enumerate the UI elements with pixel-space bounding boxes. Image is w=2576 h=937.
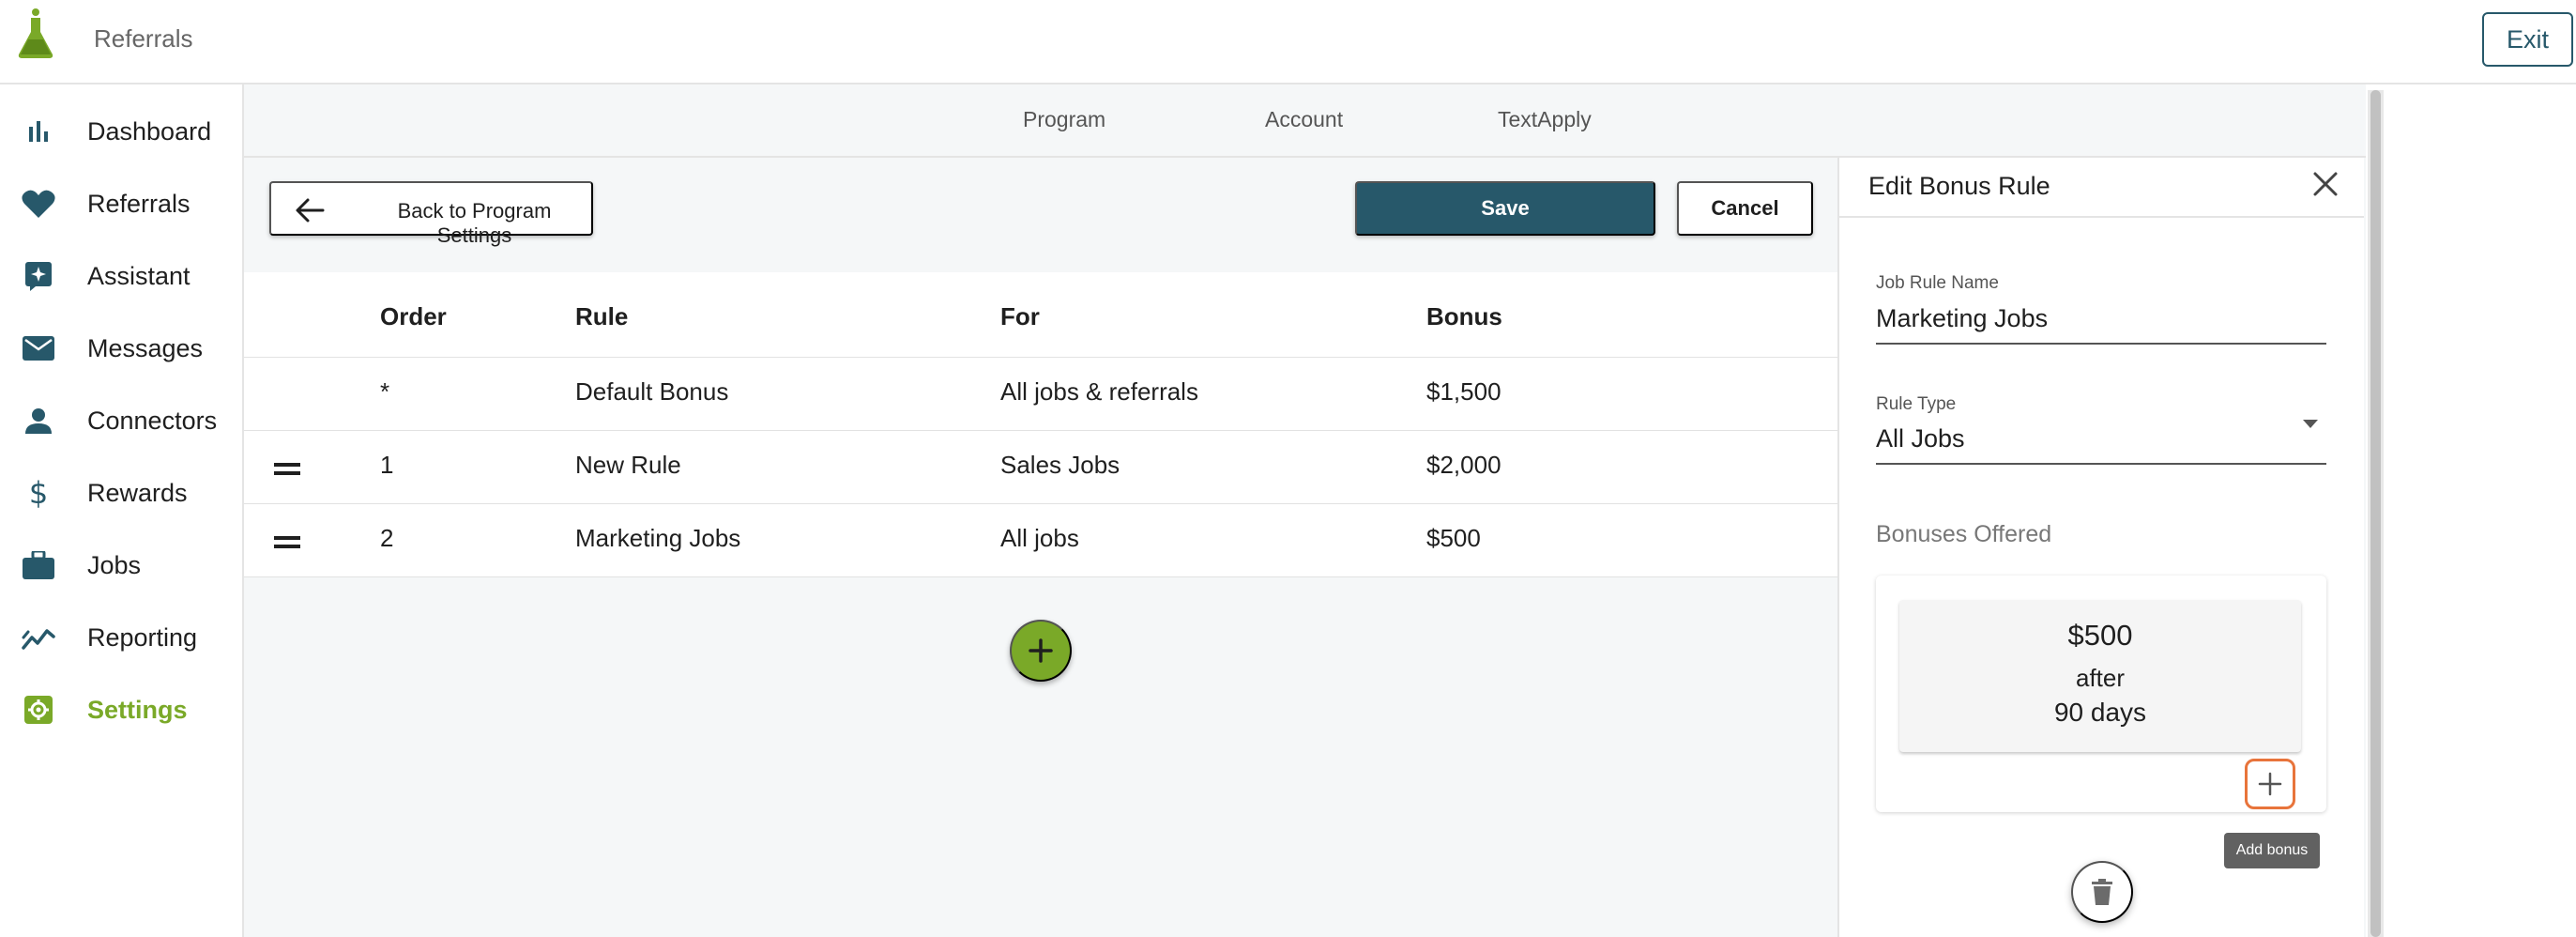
cell-bonus: $2,000: [1426, 451, 1501, 479]
sidebar-item-label: Reporting: [87, 622, 198, 652]
sidebar-item-settings[interactable]: Settings: [0, 682, 242, 738]
column-header-for: For: [1000, 302, 1040, 330]
sidebar-item-label: Rewards: [87, 478, 188, 507]
job-rule-name-field[interactable]: Marketing Jobs: [1876, 304, 2048, 333]
save-button[interactable]: Save: [1355, 181, 1655, 236]
add-rule-button[interactable]: [1010, 620, 1072, 682]
sidebar-item-messages[interactable]: Messages: [0, 320, 242, 376]
panel-title: Edit Bonus Rule: [1868, 172, 2050, 200]
cell-rule: Default Bonus: [575, 377, 729, 406]
table-row[interactable]: * Default Bonus All jobs & referrals $1,…: [244, 358, 1837, 431]
cell-bonus: $500: [1426, 524, 1481, 552]
delete-rule-button[interactable]: [2071, 861, 2133, 923]
close-icon[interactable]: [2309, 167, 2342, 201]
add-bonus-tooltip: Add bonus: [2224, 833, 2320, 868]
back-button-label: Back to Program Settings: [397, 199, 552, 247]
logo-icon: [18, 8, 53, 58]
sidebar: Dashboard Referrals Assistant Messages C…: [0, 84, 244, 937]
cell-rule: New Rule: [575, 451, 681, 479]
cell-for: All jobs: [1000, 524, 1079, 552]
cell-order: *: [380, 377, 390, 406]
bonuses-offered-label: Bonuses Offered: [1876, 521, 2052, 547]
rule-type-select[interactable]: All Jobs: [1876, 424, 1965, 453]
sidebar-item-reporting[interactable]: Reporting: [0, 609, 242, 666]
sidebar-item-label: Dashboard: [87, 116, 212, 146]
svg-text:$: $: [29, 477, 48, 509]
bar-chart-icon: [21, 114, 56, 149]
sidebar-item-connectors[interactable]: Connectors: [0, 392, 242, 449]
table-row[interactable]: 2 Marketing Jobs All jobs $500: [244, 504, 1837, 577]
app-title: Referrals: [94, 24, 193, 53]
trend-icon: [21, 620, 56, 655]
bonus-rules-table: Order Rule For Bonus * Default Bonus All…: [244, 272, 1837, 577]
cell-for: Sales Jobs: [1000, 451, 1120, 479]
add-bonus-button[interactable]: [2245, 759, 2295, 809]
drag-handle-icon[interactable]: [274, 463, 300, 476]
bonus-amount: $500: [2067, 619, 2133, 652]
sidebar-item-label: Referrals: [87, 189, 191, 218]
bonus-after: after: [2075, 664, 2126, 692]
sidebar-item-dashboard[interactable]: Dashboard: [0, 103, 242, 160]
person-icon: [21, 403, 56, 438]
table-row[interactable]: 1 New Rule Sales Jobs $2,000: [244, 431, 1837, 504]
sidebar-item-rewards[interactable]: $ Rewards: [0, 465, 242, 521]
plus-icon: [2258, 772, 2282, 796]
sidebar-item-label: Assistant: [87, 261, 191, 290]
bonus-duration: 90 days: [2053, 698, 2147, 727]
cell-order: 1: [380, 451, 394, 479]
scrollbar[interactable]: [2368, 90, 2384, 937]
bonus-card[interactable]: $500 after 90 days: [1899, 600, 2301, 752]
panel-header: Edit Bonus Rule: [1839, 158, 2364, 218]
cell-order: 2: [380, 524, 394, 552]
plus-icon: [1029, 638, 1053, 663]
rule-type-label: Rule Type: [1876, 394, 1957, 414]
sidebar-item-assistant[interactable]: Assistant: [0, 248, 242, 304]
briefcase-icon: [21, 547, 56, 583]
sidebar-item-referrals[interactable]: Referrals: [0, 176, 242, 232]
sparkle-icon: [21, 258, 56, 294]
sidebar-item-label: Jobs: [87, 550, 142, 579]
scrollbar-thumb[interactable]: [2370, 90, 2381, 937]
exit-button[interactable]: Exit: [2482, 12, 2573, 67]
table-header-row: Order Rule For Bonus: [244, 272, 1837, 358]
edit-bonus-rule-panel: Edit Bonus Rule Job Rule Name Marketing …: [1839, 158, 2364, 937]
drag-handle-icon[interactable]: [274, 536, 300, 549]
arrow-left-icon: [296, 198, 325, 223]
sidebar-item-label: Connectors: [87, 406, 218, 435]
tab-textapply[interactable]: TextApply: [1498, 107, 1592, 132]
trash-icon: [2092, 879, 2112, 905]
back-to-program-settings-button[interactable]: Back to Program Settings: [269, 181, 593, 247]
chevron-down-icon[interactable]: [2302, 419, 2319, 430]
cell-bonus: $1,500: [1426, 377, 1501, 406]
sidebar-item-label: Messages: [87, 333, 204, 362]
column-header-bonus: Bonus: [1426, 302, 1502, 330]
mail-icon: [21, 330, 56, 366]
job-rule-name-label: Job Rule Name: [1876, 273, 1999, 293]
heart-icon: [21, 186, 56, 222]
column-header-order: Order: [380, 302, 447, 330]
sidebar-item-jobs[interactable]: Jobs: [0, 537, 242, 593]
cell-for: All jobs & referrals: [1000, 377, 1198, 406]
gear-icon: [21, 692, 56, 728]
top-bar: Referrals Exit: [0, 0, 2576, 84]
column-header-rule: Rule: [575, 302, 629, 330]
settings-subnav: Program Account TextApply: [244, 84, 2366, 158]
dollar-icon: $: [21, 475, 56, 511]
cell-rule: Marketing Jobs: [575, 524, 741, 552]
field-underline: [1876, 343, 2326, 345]
tab-account[interactable]: Account: [1265, 107, 1343, 132]
sidebar-item-label: Settings: [87, 695, 188, 724]
cancel-button[interactable]: Cancel: [1677, 181, 1813, 236]
tab-program[interactable]: Program: [1023, 107, 1105, 132]
field-underline: [1876, 463, 2326, 465]
